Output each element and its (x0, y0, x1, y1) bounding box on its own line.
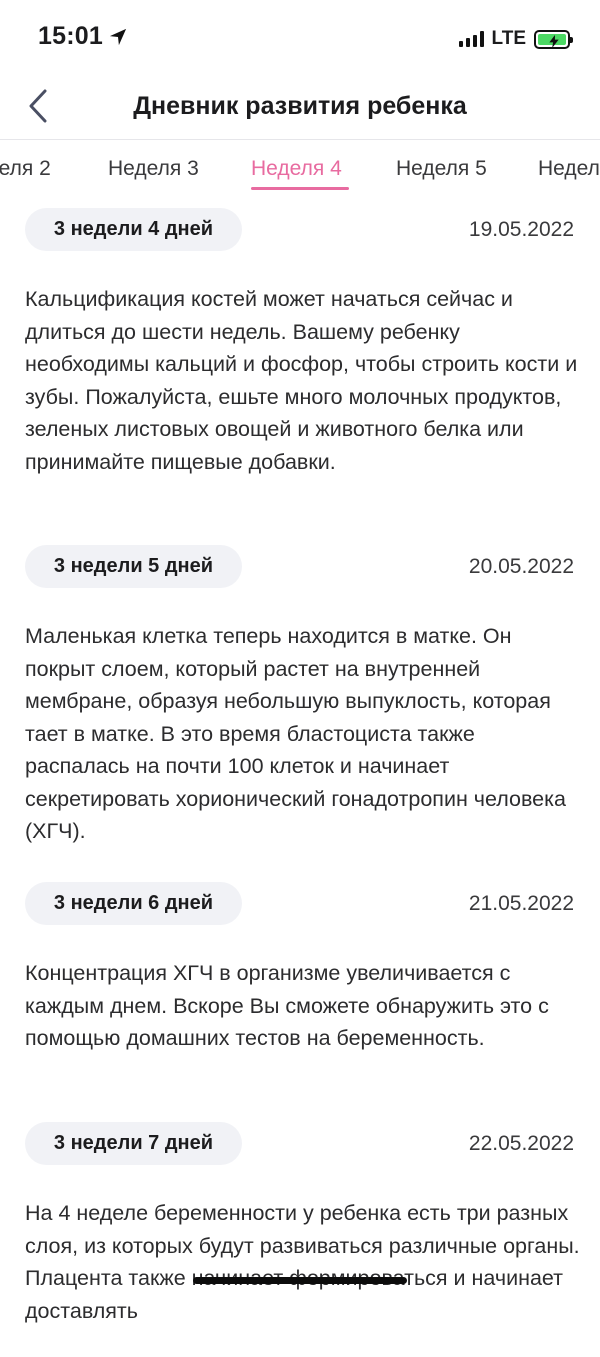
signal-icon (458, 31, 484, 47)
status-right-group: LTE (458, 28, 573, 50)
entry-text: Кальцификация костей может начаться сейч… (25, 287, 578, 474)
entry-date: 20.05.2022 (468, 555, 574, 578)
entry-date: 19.05.2022 (468, 218, 574, 241)
home-indicator[interactable] (193, 1277, 407, 1284)
day-badge: 3 недели 7 дней (25, 1122, 242, 1165)
tab-week-2[interactable]: Неделя 2 (0, 157, 51, 181)
location-arrow-icon (109, 28, 127, 45)
entry-text: Концентрация ХГЧ в организме увеличивает… (25, 961, 549, 1050)
tab-week-3[interactable]: Неделя 3 (108, 157, 199, 181)
status-bar: 15:01 LTE (0, 0, 600, 76)
entry-date: 21.05.2022 (468, 892, 574, 915)
tab-week-6[interactable]: Неделя 6 (538, 157, 600, 181)
clock-text: 15:01 (38, 22, 103, 50)
day-badge: 3 недели 4 дней (25, 208, 242, 251)
day-badge: 3 недели 6 дней (25, 882, 242, 925)
page-title: Дневник развития ребенка (133, 92, 467, 120)
entry-date: 22.05.2022 (468, 1132, 574, 1155)
tab-week-5[interactable]: Неделя 5 (396, 157, 487, 181)
tab-week-4[interactable]: Неделя 4 (251, 157, 342, 181)
week-tabs: Неделя 2 Неделя 3 Неделя 4 Неделя 5 Неде… (0, 141, 600, 197)
battery-charging-icon (534, 29, 573, 49)
navigation-bar: Дневник развития ребенка (0, 76, 600, 140)
day-badge: 3 недели 5 дней (25, 545, 242, 588)
active-tab-indicator (251, 187, 349, 190)
network-type: LTE (491, 28, 526, 49)
entry-text: Маленькая клетка теперь находится в матк… (25, 624, 566, 843)
status-time: 15:01 (38, 22, 127, 51)
